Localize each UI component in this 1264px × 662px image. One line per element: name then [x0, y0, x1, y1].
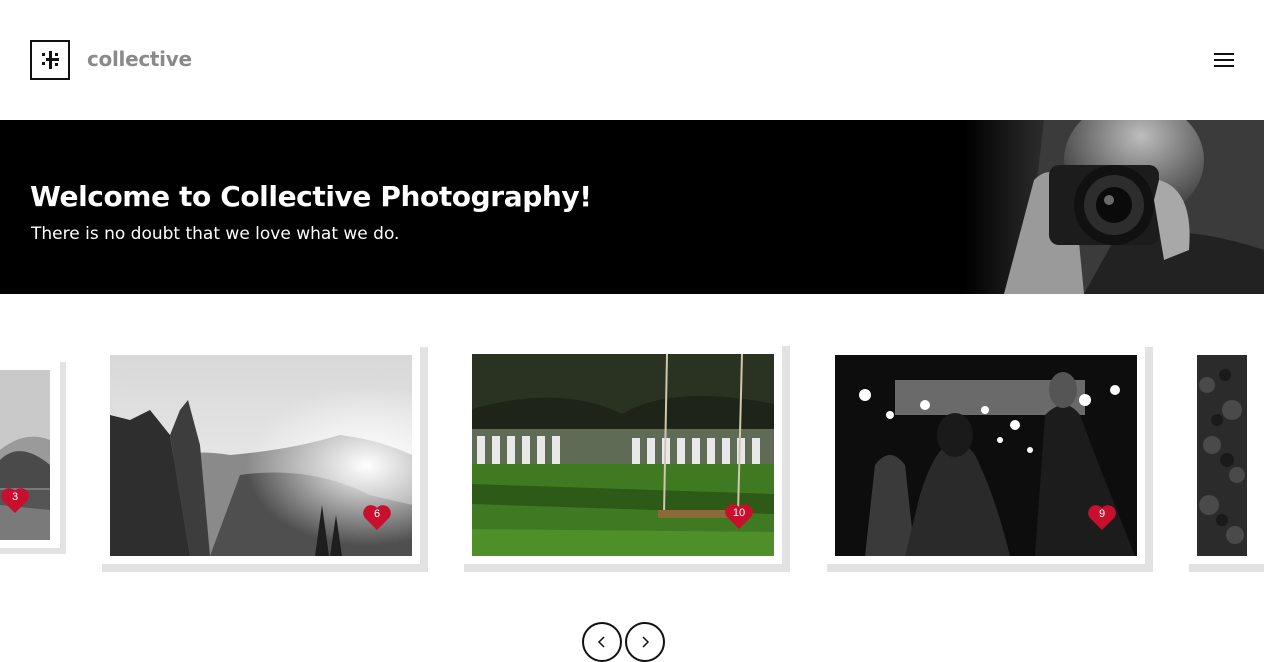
like-button[interactable]: 6	[362, 503, 392, 531]
like-count: 10	[732, 507, 746, 519]
gallery-card[interactable]: 6	[102, 347, 428, 572]
like-button[interactable]: 9	[1087, 503, 1117, 531]
logo-icon[interactable]	[30, 40, 70, 80]
gallery-card[interactable]	[1189, 347, 1264, 572]
gallery-card[interactable]: 3	[0, 362, 66, 554]
photo-carousel: 3 6 10 9	[0, 294, 1264, 658]
hamburger-menu-icon[interactable]	[1214, 52, 1234, 68]
chevron-right-icon	[642, 636, 650, 648]
gallery-card[interactable]: 9	[827, 347, 1153, 572]
hashtag-logo-icon	[42, 51, 59, 69]
gallery-photo	[0, 370, 50, 540]
like-button[interactable]: 10	[724, 502, 754, 530]
carousel-next-button[interactable]	[625, 622, 665, 662]
gallery-card[interactable]: 10	[464, 346, 790, 572]
chevron-left-icon	[597, 636, 605, 648]
hero-title: Welcome to Collective Photography!	[30, 180, 592, 213]
brand-name[interactable]: collective	[87, 47, 192, 71]
carousel-prev-button[interactable]	[582, 622, 622, 662]
like-count: 3	[11, 491, 19, 503]
site-header: collective	[0, 0, 1264, 120]
gallery-photo	[1197, 355, 1247, 556]
hero-banner: Welcome to Collective Photography! There…	[0, 120, 1264, 294]
hero-subtitle: There is no doubt that we love what we d…	[31, 224, 400, 244]
like-count: 6	[373, 508, 381, 520]
like-count: 9	[1098, 508, 1106, 520]
hero-photographer-image	[964, 120, 1264, 294]
like-button[interactable]: 3	[0, 486, 30, 514]
